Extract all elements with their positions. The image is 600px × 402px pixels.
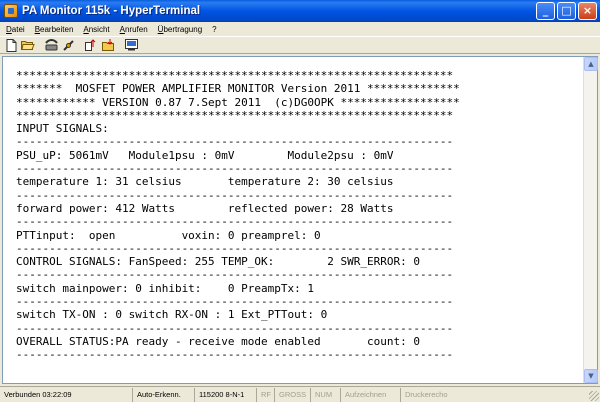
resize-grip[interactable] <box>589 391 599 401</box>
properties-icon[interactable] <box>124 39 138 52</box>
terminal-line: ----------------------------------------… <box>16 321 454 335</box>
status-echo: Druckerecho <box>405 389 448 399</box>
menu-bar: Datei Bearbeiten Ansicht Anrufen Übertra… <box>0 22 600 36</box>
terminal-line: ************ VERSION 0.87 7.Sept 2011 (c… <box>16 95 460 109</box>
terminal-line: ----------------------------------------… <box>16 241 454 255</box>
status-capture: Aufzeichnen <box>341 387 401 402</box>
menu-help[interactable]: ? <box>212 25 216 34</box>
terminal-line: ******* MOSFET POWER AMPLIFIER MONITOR V… <box>16 82 460 96</box>
terminal-line: ----------------------------------------… <box>16 162 454 176</box>
maximize-button[interactable]: □ <box>557 2 576 20</box>
menu-uebertragung[interactable]: Übertragung <box>158 25 202 34</box>
disconnect-icon[interactable] <box>61 39 75 52</box>
terminal-line: ----------------------------------------… <box>16 215 454 229</box>
scroll-down-button[interactable]: ▼ <box>584 369 598 383</box>
terminal-line: temperature 1: 31 celsius temperature 2:… <box>16 175 394 189</box>
receive-icon[interactable] <box>101 39 115 52</box>
hyperterminal-icon <box>4 4 18 18</box>
toolbar <box>0 36 600 54</box>
terminal-line: CONTROL SIGNALS: FanSpeed: 255 TEMP_OK: … <box>16 255 420 269</box>
terminal-line: ****************************************… <box>16 108 454 122</box>
terminal-line: ----------------------------------------… <box>16 295 454 309</box>
menu-datei[interactable]: Datei <box>6 25 25 34</box>
terminal-line: ****************************************… <box>16 69 454 82</box>
menu-bearbeiten[interactable]: Bearbeiten <box>35 25 74 34</box>
terminal-line: PSU_uP: 5061mV Module1psu : 0mV Module2p… <box>16 148 394 162</box>
window-controls: _ □ × <box>536 2 597 20</box>
terminal-line: ----------------------------------------… <box>16 348 454 362</box>
terminal-line: ----------------------------------------… <box>16 188 454 202</box>
terminal-line: OVERALL STATUS:PA ready - receive mode e… <box>16 334 420 348</box>
title-bar[interactable]: PA Monitor 115k - HyperTerminal _ □ × <box>0 0 600 22</box>
scroll-up-button[interactable]: ▲ <box>584 57 598 71</box>
open-icon[interactable] <box>21 39 35 52</box>
terminal-line: PTTinput: open voxin: 0 preamprel: 0 <box>16 228 321 242</box>
menu-ansicht[interactable]: Ansicht <box>83 25 109 34</box>
vertical-scrollbar[interactable]: ▲ ▼ <box>583 57 598 383</box>
phone-icon[interactable] <box>44 39 58 52</box>
terminal-screen[interactable]: ****************************************… <box>3 57 585 383</box>
terminal-line: ----------------------------------------… <box>16 268 454 282</box>
close-button[interactable]: × <box>578 2 597 20</box>
terminal-line: ----------------------------------------… <box>16 135 454 149</box>
minimize-button[interactable]: _ <box>536 2 555 20</box>
terminal-frame: ****************************************… <box>2 56 598 384</box>
window-title: PA Monitor 115k - HyperTerminal <box>22 5 201 17</box>
send-icon[interactable] <box>84 39 98 52</box>
menu-anrufen[interactable]: Anrufen <box>120 25 148 34</box>
status-caps: GROSS <box>275 387 311 402</box>
terminal-line: switch mainpower: 0 inhibit: 0 PreampTx:… <box>16 281 315 295</box>
status-connected: Verbunden 03:22:09 <box>0 387 133 402</box>
terminal-line: INPUT SIGNALS: <box>16 122 109 136</box>
status-detect: Auto-Erkenn. <box>133 387 195 402</box>
status-baud: 115200 8-N-1 <box>195 387 257 402</box>
terminal-line: forward power: 412 Watts reflected power… <box>16 201 394 215</box>
new-icon[interactable] <box>4 38 18 52</box>
terminal-line: switch TX-ON : 0 switch RX-ON : 1 Ext_PT… <box>16 308 328 322</box>
status-rf: RF <box>257 387 275 402</box>
status-bar: Verbunden 03:22:09 Auto-Erkenn. 115200 8… <box>0 386 600 402</box>
status-num: NUM <box>311 387 341 402</box>
